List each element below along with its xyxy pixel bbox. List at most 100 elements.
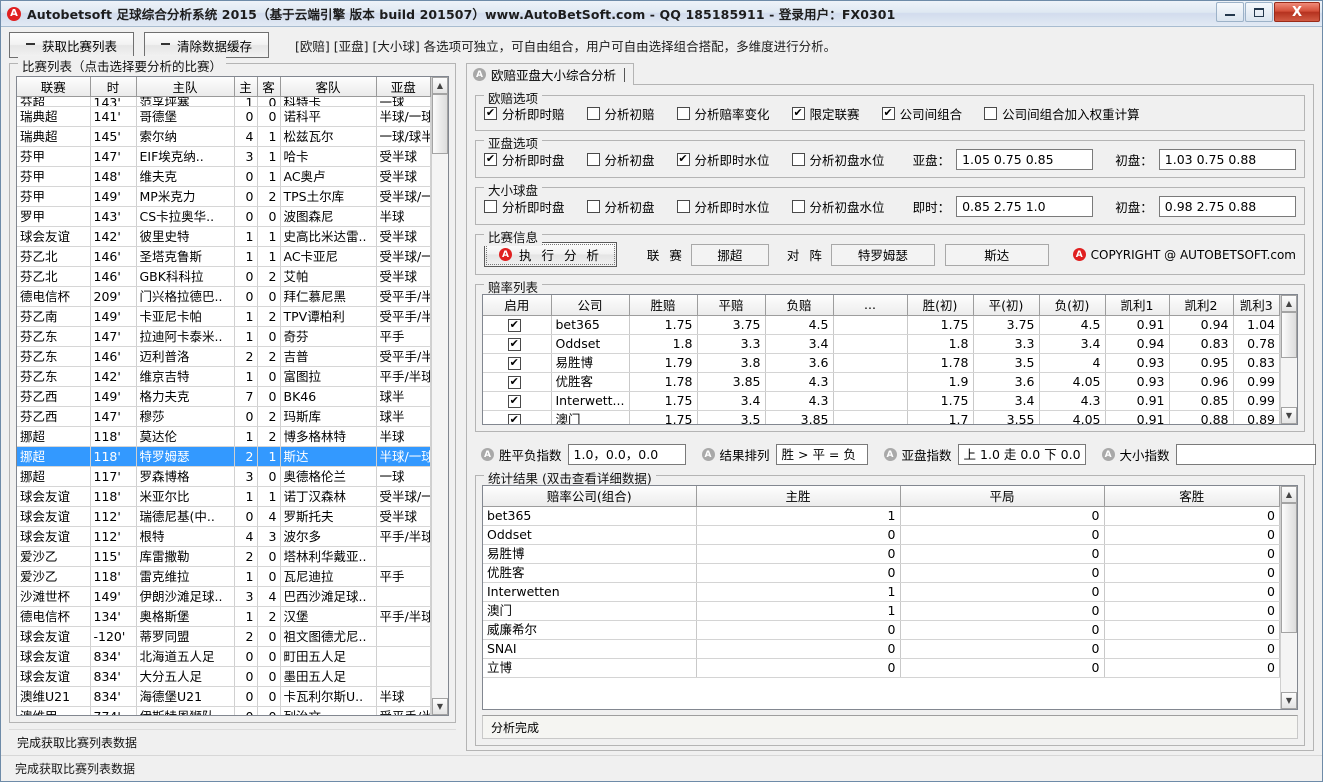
scroll-up-icon[interactable]: ▲: [1281, 295, 1297, 312]
scroll-thumb[interactable]: [1281, 312, 1297, 358]
checkbox-unchecked-icon[interactable]: [586, 153, 600, 166]
odds-enabled-cell[interactable]: [483, 353, 552, 373]
match-list-grid[interactable]: 联赛时主队主客客队 亚盘 芬超 143' 范孚坪塞 1 0 科特卡 一球 瑞典超 141' 哥德堡 0…: [16, 76, 449, 716]
checkbox-unchecked-icon[interactable]: [676, 107, 690, 120]
checkbox-checked-icon[interactable]: [507, 394, 521, 408]
match-row[interactable]: 球会友谊 112' 根特 4 3 波尔多 平手/半球: [17, 526, 431, 547]
match-row[interactable]: 芬乙东146'迈利普洛22吉普受平手/半球: [17, 346, 431, 367]
stats-row[interactable]: 威廉希尔 0 0 0: [483, 620, 1280, 640]
index-value-input[interactable]: 上 1.0 走 0.0 下 0.0: [957, 444, 1086, 465]
euro-option-2[interactable]: 分析赔率变化: [676, 104, 770, 123]
checkbox-checked-icon[interactable]: [676, 153, 690, 166]
match-row[interactable]: 澳维甲774'伊斯特恩狮队00列治文受平手/半球: [17, 706, 431, 715]
odds-enabled-cell[interactable]: [483, 391, 552, 411]
checkbox-checked-icon[interactable]: [507, 356, 521, 370]
match-row[interactable]: 球会友谊 834' 大分五人足 0 0 墨田五人足: [17, 666, 431, 687]
stats-col-3[interactable]: 客胜: [1104, 486, 1280, 507]
over-under-option-3[interactable]: 分析初盘水位: [791, 197, 885, 216]
match-list-body[interactable]: 芬超 143' 范孚坪塞 1 0 科特卡 一球 瑞典超 141' 哥德堡 0 0 诺科平 半球/一球 瑞典超…: [17, 97, 448, 715]
checkbox-unchecked-icon[interactable]: [791, 200, 805, 213]
scroll-down-icon[interactable]: ▼: [1281, 407, 1297, 424]
euro-option-3[interactable]: 限定联赛: [791, 104, 860, 123]
scroll-thumb[interactable]: [432, 94, 448, 154]
match-row[interactable]: 芬乙北146'圣塔克鲁斯11AC卡亚尼受半球/一球: [17, 246, 431, 267]
odds-enabled-cell[interactable]: [483, 410, 552, 424]
odds-row[interactable]: 易胜博1.793.83.6 1.783.540.930.950.83: [483, 353, 1280, 373]
match-row[interactable]: 挪超 117' 罗森博格 3 0 奥德格伦兰 一球: [17, 466, 431, 487]
odds-col-8[interactable]: 负(初): [1039, 295, 1106, 316]
checkbox-checked-icon[interactable]: [791, 107, 805, 120]
scroll-track[interactable]: [432, 94, 448, 698]
scroll-track[interactable]: [1281, 312, 1297, 407]
match-row[interactable]: 芬乙东 147' 拉迪阿卡泰米.. 1 0 奇芬 平手: [17, 326, 431, 347]
match-row[interactable]: 芬乙南149'卡亚尼卡帕12TPV谭柏利受平手/半球: [17, 306, 431, 327]
checkbox-unchecked-icon[interactable]: [586, 200, 600, 213]
stats-row[interactable]: bet365 1 0 0: [483, 506, 1280, 526]
scroll-down-icon[interactable]: ▼: [432, 698, 448, 715]
match-col-6[interactable]: 亚盘: [376, 77, 431, 97]
tab-comprehensive-analysis[interactable]: A 欧赔亚盘大小综合分析: [466, 63, 635, 85]
checkbox-checked-icon[interactable]: [484, 107, 497, 120]
match-row[interactable]: 德电信杯 134' 奥格斯堡 1 2 汉堡 平手/半球: [17, 606, 431, 627]
match-row[interactable]: 澳维U21 834' 海德堡U21 0 0 卡瓦利尔斯U.. 半球: [17, 686, 431, 707]
checkbox-checked-icon[interactable]: [507, 318, 521, 332]
odds-col-9[interactable]: 凯利1: [1105, 295, 1170, 316]
asian-option-1[interactable]: 分析初盘: [586, 150, 655, 169]
match-row[interactable]: 芬超 143' 范孚坪塞 1 0 科特卡 一球: [17, 97, 431, 107]
odds-row[interactable]: 优胜客1.783.854.3 1.93.64.050.930.960.99: [483, 372, 1280, 392]
stats-row[interactable]: SNAI 0 0 0: [483, 639, 1280, 659]
asian-option-0[interactable]: 分析即时盘: [484, 150, 565, 169]
stats-row[interactable]: 澳门 1 0 0: [483, 601, 1280, 621]
match-row[interactable]: 芬乙北 146' GBK科科拉 0 2 艾帕 受半球: [17, 266, 431, 287]
euro-option-1[interactable]: 分析初赔: [586, 104, 655, 123]
match-col-1[interactable]: 时: [90, 77, 137, 97]
match-row[interactable]: 爱沙乙 118' 雷克维拉 1 0 瓦尼迪拉 平手: [17, 566, 431, 587]
odds-col-5[interactable]: ...: [833, 295, 908, 316]
statistics-table[interactable]: 赔率公司(组合) 主胜 平局 客胜 bet365 1 0 0 Oddset 0 0 0 易胜博 0 0 0 优…: [482, 485, 1298, 710]
match-row[interactable]: 罗甲 143' CS卡拉奥华.. 0 0 波图森尼 半球: [17, 206, 431, 227]
match-row[interactable]: 球会友谊 112' 瑞德尼基(中.. 0 4 罗斯托夫 受半球: [17, 506, 431, 527]
stats-col-2[interactable]: 平局: [900, 486, 1105, 507]
scroll-track[interactable]: [1281, 503, 1297, 692]
statistics-scrollbar[interactable]: ▲ ▼: [1280, 486, 1297, 709]
odds-row[interactable]: Oddset1.83.33.41.83.33.40.940.830.78: [483, 334, 1280, 354]
match-col-3[interactable]: 主: [234, 77, 258, 97]
scroll-down-icon[interactable]: ▼: [1281, 692, 1297, 709]
checkbox-unchecked-icon[interactable]: [791, 153, 805, 166]
checkbox-unchecked-icon[interactable]: [484, 200, 497, 213]
asian-option-2[interactable]: 分析即时水位: [676, 150, 770, 169]
odds-enabled-cell[interactable]: [483, 372, 552, 392]
match-row[interactable]: 球会友谊118'米亚尔比11诺丁汉森林受半球/一球: [17, 486, 431, 507]
match-row[interactable]: 挪超 118' 莫达伦 1 2 博多格林特 半球: [17, 426, 431, 447]
over-under-option-2[interactable]: 分析即时水位: [676, 197, 770, 216]
stats-col-1[interactable]: 主胜: [696, 486, 901, 507]
clear-cache-button[interactable]: 清除数据缓存: [144, 32, 269, 58]
odds-row[interactable]: Interwett...1.753.44.31.753.44.30.910.85…: [483, 391, 1280, 411]
asian-option-3[interactable]: 分析初盘水位: [791, 150, 885, 169]
odds-col-2[interactable]: 胜赔: [629, 295, 698, 316]
close-button[interactable]: X: [1274, 2, 1320, 22]
stats-row[interactable]: 易胜博 0 0 0: [483, 544, 1280, 564]
ou-live-input[interactable]: 0.85 2.75 1.0: [956, 196, 1094, 217]
odds-col-6[interactable]: 胜(初): [907, 295, 974, 316]
odds-col-7[interactable]: 平(初): [973, 295, 1040, 316]
odds-row[interactable]: 澳门1.753.53.85 1.73.554.050.910.880.89: [483, 410, 1280, 424]
over-under-option-0[interactable]: 分析即时盘: [484, 197, 565, 216]
match-row[interactable]: 挪超 118' 特罗姆瑟 2 1 斯达 半球/一球: [17, 446, 431, 467]
checkbox-checked-icon[interactable]: [507, 413, 521, 424]
odds-row[interactable]: bet3651.753.754.51.753.754.50.910.941.04: [483, 315, 1280, 335]
index-value-input[interactable]: 胜 > 平 = 负: [775, 444, 868, 465]
match-row[interactable]: 瑞典超 141' 哥德堡 0 0 诺科平 半球/一球: [17, 106, 431, 127]
stats-row[interactable]: 立博 0 0 0: [483, 658, 1280, 678]
checkbox-unchecked-icon[interactable]: [676, 200, 690, 213]
odds-col-10[interactable]: 凯利2: [1169, 295, 1234, 316]
minimize-button[interactable]: [1216, 2, 1244, 22]
asian-open-input[interactable]: 1.03 0.75 0.88: [1158, 149, 1296, 170]
match-row[interactable]: 瑞典超 145' 索尔纳 4 1 松兹瓦尔 一球/球半: [17, 126, 431, 147]
match-row[interactable]: 芬甲 147' EIF埃克纳.. 3 1 哈卡 受半球: [17, 146, 431, 167]
match-row[interactable]: 芬乙西 149' 格力夫克 7 0 BK46 球半: [17, 386, 431, 407]
match-list-scrollbar[interactable]: ▲ ▼: [431, 77, 448, 715]
match-col-0[interactable]: 联赛: [17, 77, 91, 97]
stats-row[interactable]: Interwetten 1 0 0: [483, 582, 1280, 602]
match-row[interactable]: 芬甲 148' 维夫克 0 1 AC奥卢 受半球: [17, 166, 431, 187]
